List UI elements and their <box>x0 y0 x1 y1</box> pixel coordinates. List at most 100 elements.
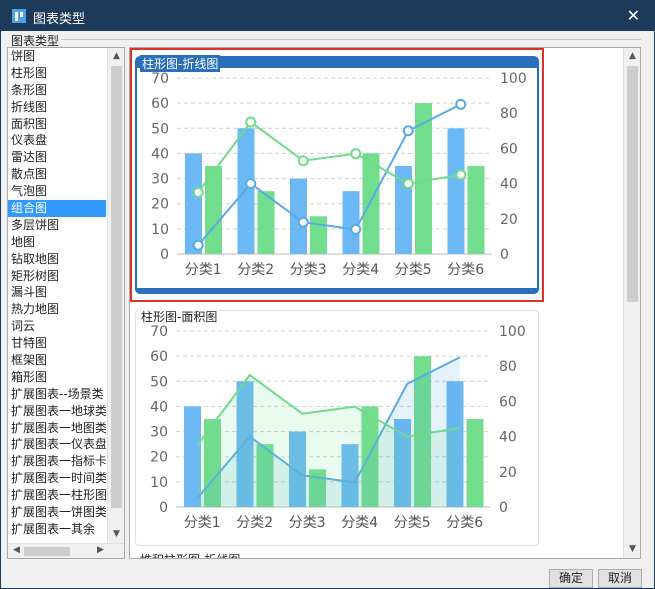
right-tick-label: 60 <box>500 141 518 157</box>
chart-type-item[interactable]: 组合图 <box>8 200 106 217</box>
chart-type-item[interactable]: 仪表盘 <box>8 132 106 149</box>
title-bar: 图表类型 ✕ <box>1 1 654 31</box>
left-tick-label: 30 <box>151 172 169 188</box>
line-point <box>455 169 467 181</box>
chart-type-item[interactable]: 扩展图表一柱形图 <box>8 487 106 504</box>
chart-type-item[interactable]: 钻取地图 <box>8 251 106 268</box>
app-icon <box>12 9 26 23</box>
chart-type-item[interactable]: 词云 <box>8 318 106 335</box>
preview-card-bar-area[interactable]: 柱形图-面积图 0 10 20 30 40 50 60 70 0 20 40 60 80 100 分类1 分类… <box>135 308 539 546</box>
category-label: 分类2 <box>236 515 273 531</box>
chart-type-item[interactable]: 漏斗图 <box>8 284 106 301</box>
category-label: 分类4 <box>341 515 378 531</box>
chart-type-item[interactable]: 饼图 <box>8 48 106 65</box>
chart-type-item[interactable]: 面积图 <box>8 116 106 133</box>
category-label: 分类5 <box>395 262 432 278</box>
chart-type-item[interactable]: 雷达图 <box>8 149 106 166</box>
chart-type-item[interactable]: 框架图 <box>8 352 106 369</box>
chart-type-item[interactable]: 地图 <box>8 234 106 251</box>
left-tick-label: 30 <box>150 425 168 441</box>
chart-type-item[interactable]: 扩展图表一地图类 <box>8 420 106 437</box>
chart-type-item[interactable]: 扩展图表一饼图类 <box>8 504 106 521</box>
line-point <box>245 178 257 190</box>
line-point <box>350 223 362 235</box>
bar <box>467 166 485 254</box>
right-tick-label: 0 <box>499 500 508 516</box>
left-tick-label: 20 <box>150 450 168 466</box>
right-tick-label: 40 <box>500 177 518 193</box>
scroll-down-icon[interactable]: ▼ <box>624 541 640 558</box>
line-point <box>297 216 309 228</box>
chart-type-item[interactable]: 多层饼图 <box>8 217 106 234</box>
list-hscroll-thumb[interactable] <box>24 547 70 556</box>
left-tick-label: 60 <box>150 349 168 365</box>
left-tick-label: 10 <box>151 222 169 238</box>
right-tick-label: 80 <box>499 359 517 375</box>
chart-type-item[interactable]: 扩展图表一其余 <box>8 521 106 538</box>
left-tick-label: 0 <box>160 247 169 263</box>
right-tick-label: 100 <box>499 324 526 340</box>
list-scroll-thumb[interactable] <box>111 66 122 508</box>
left-tick-label: 10 <box>150 475 168 491</box>
bar <box>466 419 484 507</box>
scroll-up-icon[interactable]: ▲ <box>624 48 640 65</box>
left-tick-label: 20 <box>151 197 169 213</box>
preview-vertical-scrollbar[interactable]: ▲ ▼ <box>623 48 640 558</box>
category-label: 分类3 <box>290 262 327 278</box>
chart-type-item[interactable]: 甘特图 <box>8 335 106 352</box>
chart-type-item[interactable]: 扩展图表--场景类 <box>8 386 106 403</box>
list-vertical-scrollbar[interactable]: ▲ ▼ <box>107 48 124 543</box>
chart-type-item[interactable]: 扩展图表一地球类 <box>8 403 106 420</box>
right-tick-label: 100 <box>500 71 527 87</box>
bar <box>310 216 327 254</box>
scroll-left-icon[interactable]: ◀ <box>8 543 25 558</box>
group-divider <box>61 39 641 40</box>
chart-type-item[interactable]: 矩形树图 <box>8 268 106 285</box>
right-tick-label: 80 <box>500 106 518 122</box>
chart-type-item[interactable]: 条形图 <box>8 82 106 99</box>
right-tick-label: 20 <box>499 465 517 481</box>
bar <box>342 191 360 254</box>
left-tick-label: 0 <box>159 500 168 516</box>
line-point <box>245 116 257 128</box>
bar <box>447 128 465 254</box>
bar-area-chart: 0 10 20 30 40 50 60 70 0 20 40 60 80 100 分类1 分类2 分类3 分类4 分… <box>150 324 526 531</box>
chart-type-item[interactable]: 扩展图表一仪表盘 <box>8 436 106 453</box>
category-label: 分类3 <box>289 515 326 531</box>
bar <box>237 128 255 254</box>
chart-type-item[interactable]: 热力地图 <box>8 301 106 318</box>
right-tick-label: 40 <box>499 430 517 446</box>
line-point <box>192 239 204 251</box>
left-tick-label: 50 <box>151 121 169 137</box>
bar-line-chart: 0 10 20 30 40 50 60 70 0 20 40 60 80 100 分类1 分类2 分类3 分类4 分… <box>151 71 527 278</box>
left-tick-label: 70 <box>151 71 169 87</box>
scroll-right-icon[interactable]: ▶ <box>92 543 109 558</box>
close-icon[interactable]: ✕ <box>627 6 640 25</box>
category-label: 分类6 <box>446 515 483 531</box>
left-tick-label: 50 <box>150 374 168 390</box>
chart-type-item[interactable]: 扩展图表一时间类 <box>8 470 106 487</box>
chart-type-item[interactable]: 扩展图表一指标卡 <box>8 453 106 470</box>
preview-card-bar-line[interactable]: 柱形图-折线图 0 10 20 30 40 50 60 70 0 20 40 60 80 100 分类1 分类… <box>135 55 539 294</box>
line-point <box>402 125 414 137</box>
chart-type-item[interactable]: 散点图 <box>8 166 106 183</box>
scroll-up-icon[interactable]: ▲ <box>108 48 124 65</box>
bar <box>185 153 202 254</box>
bar <box>290 178 307 254</box>
chart-type-item[interactable]: 柱形图 <box>8 65 106 82</box>
preview-scroll-thumb[interactable] <box>627 66 638 302</box>
chart-type-item[interactable]: 折线图 <box>8 99 106 116</box>
scroll-down-icon[interactable]: ▼ <box>108 526 124 543</box>
chart-type-item[interactable]: 气泡图 <box>8 183 106 200</box>
left-tick-label: 40 <box>151 146 169 162</box>
line-point <box>402 178 414 190</box>
ok-button[interactable]: 确定 <box>549 569 593 588</box>
left-tick-label: 40 <box>150 399 168 415</box>
preview-title: 堆积柱形图-折线图 <box>140 551 240 558</box>
list-horizontal-scrollbar[interactable]: ◀ ▶ <box>8 543 124 558</box>
chart-type-list[interactable]: 饼图 柱形图 条形图 折线图 面积图 仪表盘 雷达图 散点图 气泡图 组合图 多层饼图 地图 钻取地图矩… <box>7 47 125 559</box>
bar <box>257 191 275 254</box>
left-tick-label: 70 <box>150 324 168 340</box>
cancel-button[interactable]: 取消 <box>598 569 642 588</box>
chart-type-item[interactable]: 箱形图 <box>8 369 106 386</box>
